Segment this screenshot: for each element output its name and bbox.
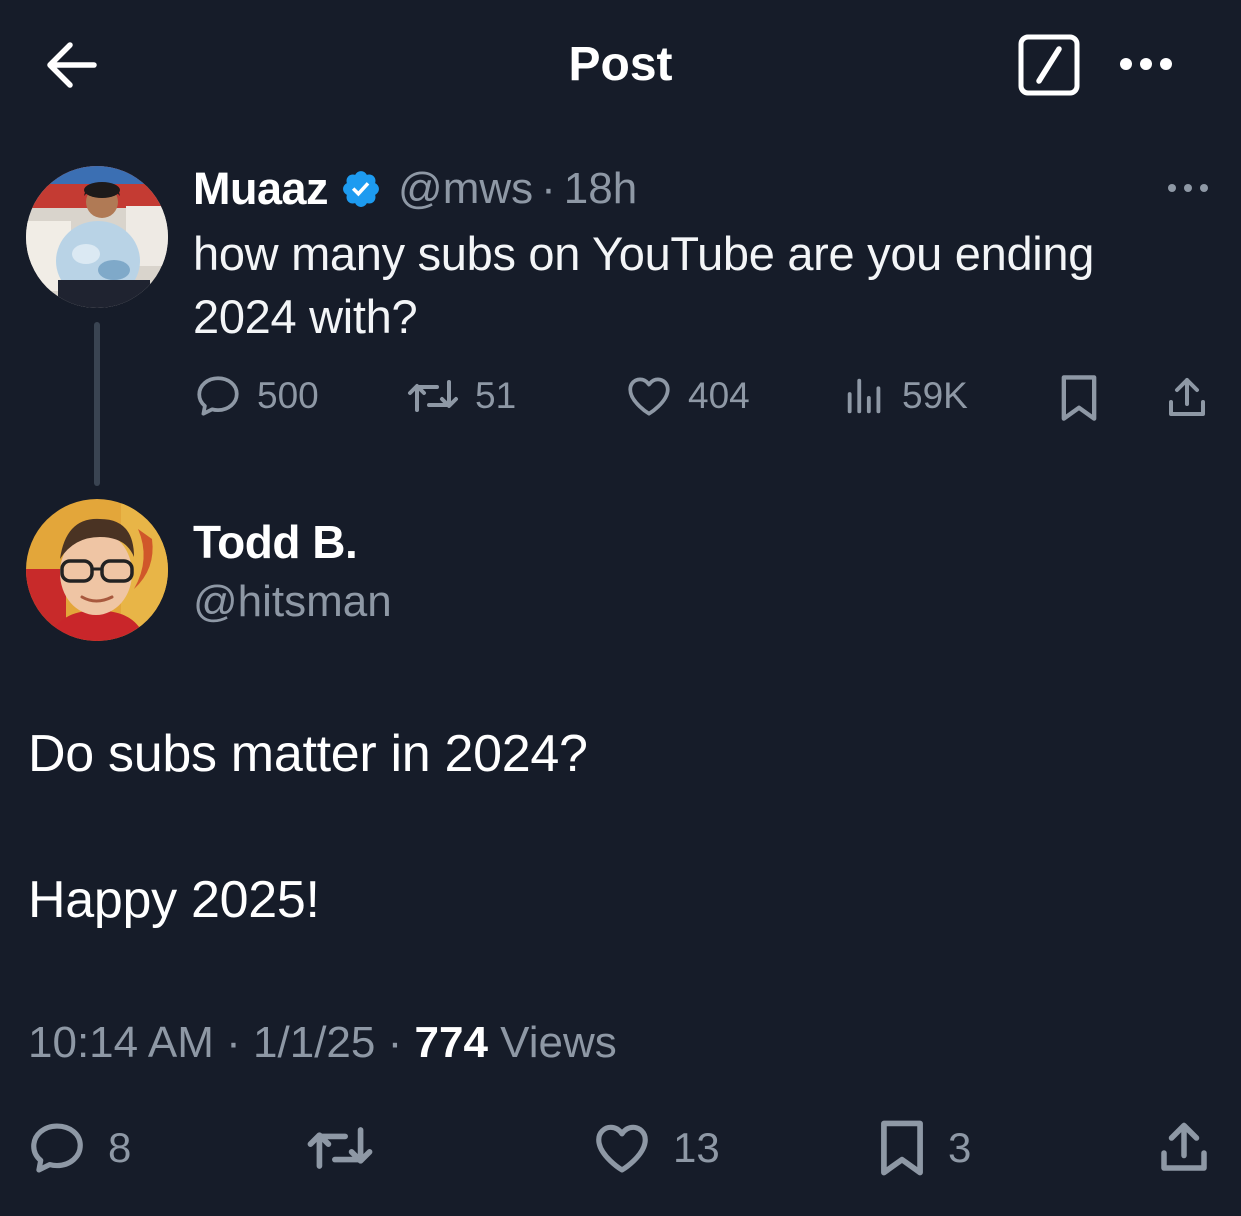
author-handle[interactable]: @mws [398, 164, 533, 214]
avatar[interactable] [26, 166, 168, 308]
post-time[interactable]: 10:14 AM [28, 1018, 214, 1067]
more-horizontal-icon [1120, 58, 1172, 70]
bookmark-count: 3 [948, 1124, 972, 1171]
post-more-button[interactable] [1160, 170, 1216, 206]
post-text-line: Happy 2025! [28, 871, 320, 929]
bookmark-button[interactable]: 3 [876, 1116, 971, 1180]
bookmark-icon [1061, 375, 1097, 421]
repost-icon [307, 1127, 373, 1169]
like-button[interactable]: 404 [624, 368, 750, 424]
reply-count: 500 [257, 375, 319, 416]
share-icon [1161, 1122, 1207, 1171]
more-options-button[interactable] [1113, 42, 1179, 86]
share-icon [1169, 378, 1205, 416]
bookmark-icon [881, 1120, 923, 1176]
reply-count: 8 [108, 1124, 132, 1171]
post-time[interactable]: 18h [564, 164, 637, 214]
views-count: 59K [902, 375, 968, 416]
bookmark-button[interactable] [1056, 370, 1102, 426]
reply-icon [197, 376, 239, 416]
reply-icon [31, 1123, 83, 1173]
compose-icon [1018, 34, 1080, 96]
repost-icon [408, 380, 458, 412]
avatar-todd [26, 499, 168, 641]
views-button[interactable]: 59K [842, 368, 968, 424]
analytics-icon [847, 378, 881, 414]
reply-button[interactable]: 8 [26, 1116, 131, 1180]
repost-button[interactable] [304, 1116, 376, 1180]
author-name[interactable]: Muaaz [193, 163, 329, 215]
author-handle[interactable]: @hitsman [193, 574, 392, 630]
post-date[interactable]: 1/1/25 [253, 1018, 375, 1067]
separator-dot: · [541, 164, 556, 213]
more-horizontal-icon [1168, 184, 1208, 192]
heart-icon [628, 377, 670, 416]
author-name[interactable]: Todd B. [193, 514, 358, 570]
separator-dot: · [387, 1018, 403, 1067]
post-meta: 10:14 AM · 1/1/25 · 774 Views [28, 1014, 617, 1072]
like-button[interactable]: 13 [591, 1116, 720, 1180]
like-count: 404 [688, 375, 750, 416]
heart-icon [596, 1124, 648, 1173]
post-text-line: Do subs matter in 2024? [28, 725, 588, 783]
views-count[interactable]: 774 [415, 1018, 488, 1067]
verified-badge-icon [343, 171, 379, 207]
compose-button[interactable] [1017, 33, 1081, 97]
like-count: 13 [673, 1124, 720, 1171]
avatar[interactable] [26, 499, 168, 641]
share-button[interactable] [1163, 370, 1211, 426]
thread-connector [94, 322, 100, 486]
repost-button[interactable]: 51 [405, 368, 516, 424]
avatar-muaaz [26, 166, 168, 308]
reply-button[interactable]: 500 [193, 368, 319, 424]
parent-post-header: Muaaz @mws · 18h [193, 162, 637, 216]
separator-dot: · [226, 1018, 241, 1067]
share-button[interactable] [1154, 1116, 1214, 1180]
views-label[interactable]: Views [500, 1018, 617, 1067]
repost-count: 51 [475, 375, 517, 416]
post-text: how many subs on YouTube are you ending … [193, 227, 1095, 343]
